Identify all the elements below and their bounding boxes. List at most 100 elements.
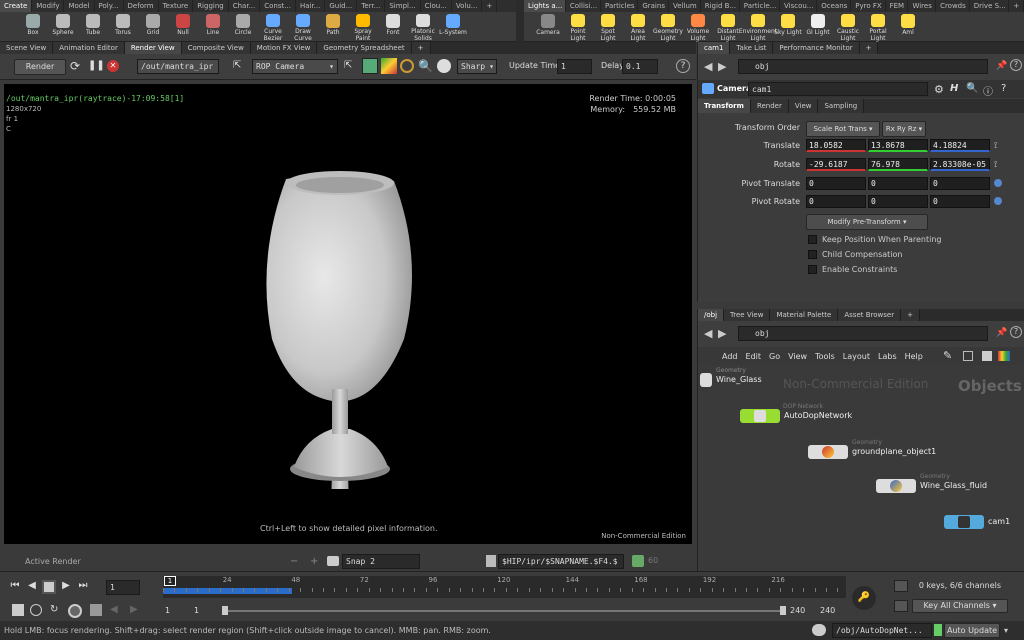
- tool-sphere[interactable]: Sphere: [48, 12, 78, 42]
- menu-help[interactable]: Help: [905, 352, 923, 361]
- pivot-translate-z-field[interactable]: 0: [930, 177, 990, 190]
- tool-sky-light[interactable]: Sky Light: [773, 12, 803, 42]
- layout-icon[interactable]: [982, 351, 992, 361]
- pivot-translate-x-field[interactable]: 0: [806, 177, 866, 190]
- minus-icon[interactable]: −: [290, 556, 298, 567]
- channels-icon[interactable]: [894, 580, 908, 592]
- color-correction-icon[interactable]: [381, 58, 397, 74]
- shelf-tab-particles[interactable]: Particles: [601, 0, 639, 12]
- tool-path[interactable]: Path: [318, 12, 348, 42]
- jump-start-icon[interactable]: ⏮: [8, 580, 22, 594]
- update-time-input[interactable]: 1: [557, 59, 592, 74]
- tool-l-system[interactable]: L-System: [438, 12, 468, 42]
- modify-pretransform-button[interactable]: Modify Pre-Transform ▾: [806, 214, 928, 230]
- shelf-tab-hair[interactable]: Hair...: [296, 0, 326, 12]
- snapshot-camera-icon[interactable]: [327, 556, 339, 566]
- select-arrow-icon[interactable]: ⇱: [233, 60, 245, 72]
- keep-position-checkbox[interactable]: [808, 235, 817, 244]
- snap-path-input[interactable]: $HIP/ipr/$SNAPNAME.$F4.$: [498, 554, 624, 569]
- shelf-tab-grains[interactable]: Grains: [638, 0, 670, 12]
- update-mode-chevron-icon[interactable]: ▾: [1004, 626, 1008, 635]
- pause-icon[interactable]: ❚❚: [88, 60, 105, 72]
- subtab-view[interactable]: View: [788, 99, 819, 113]
- back-arrow-icon[interactable]: ◀: [704, 60, 712, 73]
- current-frame-input[interactable]: 1: [106, 580, 140, 595]
- delay-input[interactable]: 0.1: [622, 59, 658, 74]
- tool-gi-light[interactable]: GI Light: [803, 12, 833, 42]
- stop-icon[interactable]: ✕: [107, 60, 119, 72]
- menu-tools[interactable]: Tools: [815, 352, 835, 361]
- tool-grid[interactable]: Grid: [138, 12, 168, 42]
- update-mode-button[interactable]: Auto Update: [944, 623, 1000, 638]
- tab-obj[interactable]: /obj: [698, 309, 725, 321]
- shelf-tab-model[interactable]: Model: [64, 0, 95, 12]
- shelf-tab-oceans[interactable]: Oceans: [817, 0, 852, 12]
- frame-marker[interactable]: 1: [164, 576, 176, 586]
- tools-wrench-icon[interactable]: ✎: [943, 349, 952, 362]
- tool-platonic-solids[interactable]: Platonic Solids: [408, 12, 438, 42]
- subtab-transform[interactable]: Transform: [698, 99, 751, 113]
- rotate-x-field[interactable]: -29.6187: [806, 158, 866, 171]
- preview-icon[interactable]: [362, 58, 378, 74]
- save-file-icon[interactable]: [486, 555, 496, 567]
- range-handle-start[interactable]: [222, 606, 228, 615]
- range-start2-value[interactable]: 1: [194, 606, 199, 615]
- camera-pick-icon[interactable]: ⇱: [344, 60, 356, 72]
- shelf-tab-collisi[interactable]: Collisi...: [566, 0, 602, 12]
- tool-tube[interactable]: Tube: [78, 12, 108, 42]
- shelf-tab-simpl[interactable]: Simpl...: [385, 0, 421, 12]
- timeline-track[interactable]: 24 48 72 96 120 144 168 192 216 1: [163, 576, 846, 598]
- gear-icon[interactable]: ⚙: [934, 83, 944, 96]
- magnify-icon[interactable]: 🔍: [418, 59, 433, 73]
- shelf-tab-texture[interactable]: Texture: [159, 0, 194, 12]
- range-end-value[interactable]: 240: [790, 606, 805, 615]
- shelf-tab-vellum[interactable]: Vellum: [669, 0, 701, 12]
- tool-spray-paint[interactable]: Spray Paint: [348, 12, 378, 42]
- prev-key-icon[interactable]: ◀: [110, 604, 118, 615]
- tab-composite-view[interactable]: Composite View: [181, 42, 251, 54]
- add-tab-icon[interactable]: +: [859, 42, 879, 54]
- translate-z-field[interactable]: 4.18824: [930, 139, 990, 152]
- pivot-translate-handle-icon[interactable]: [994, 179, 1002, 187]
- subtab-sampling[interactable]: Sampling: [818, 99, 865, 113]
- transform-order-select[interactable]: Scale Rot Trans ▾: [806, 121, 880, 137]
- hda-icon[interactable]: H: [950, 83, 958, 94]
- node-autodopnetwork[interactable]: [740, 409, 780, 423]
- help-icon[interactable]: ?: [1010, 59, 1022, 71]
- focus-icon[interactable]: [400, 59, 414, 73]
- tab-material-palette[interactable]: Material Palette: [770, 309, 839, 321]
- add-tab-icon[interactable]: +: [901, 309, 920, 321]
- menu-view[interactable]: View: [788, 352, 807, 361]
- camera-select[interactable]: ROP Camera ▾: [252, 59, 338, 74]
- shelf-tab-wires[interactable]: Wires: [908, 0, 937, 12]
- node-cam1[interactable]: [944, 515, 984, 529]
- shelf-tab-char[interactable]: Char...: [229, 0, 261, 12]
- tab-scene-view[interactable]: Scene View: [0, 42, 54, 54]
- rotate-y-field[interactable]: 76.978: [868, 158, 928, 171]
- tab-render-view[interactable]: Render View: [124, 42, 182, 54]
- back-arrow-icon[interactable]: ◀: [704, 327, 712, 340]
- sphere-preview-icon[interactable]: [437, 59, 451, 73]
- tool-portal-light[interactable]: Portal Light: [863, 12, 893, 42]
- shelf-tab-lights-a[interactable]: Lights a...: [524, 0, 566, 12]
- enable-constraints-checkbox[interactable]: [808, 265, 817, 274]
- realtime-toggle-icon[interactable]: [12, 604, 24, 616]
- tool-point-light[interactable]: Point Light: [563, 12, 593, 42]
- tool-camera[interactable]: Camera: [533, 12, 563, 42]
- translate-y-field[interactable]: 13.8678: [868, 139, 928, 152]
- shelf-tab-pyro-fx[interactable]: Pyro FX: [851, 0, 886, 12]
- menu-layout[interactable]: Layout: [843, 352, 870, 361]
- loop-icon[interactable]: ↻: [50, 604, 62, 616]
- audio-icon[interactable]: [30, 604, 42, 616]
- pin-icon[interactable]: 📌: [996, 61, 1007, 71]
- shelf-tab-volu[interactable]: Volu...: [452, 0, 483, 12]
- node-wine-glass[interactable]: [700, 373, 712, 387]
- info-icon[interactable]: ⓘ: [983, 83, 993, 98]
- shelf-tab-crowds[interactable]: Crowds: [936, 0, 970, 12]
- tab-tree-view[interactable]: Tree View: [724, 309, 771, 321]
- menu-labs[interactable]: Labs: [878, 352, 897, 361]
- chat-icon[interactable]: [812, 624, 826, 636]
- help-icon[interactable]: ?: [676, 59, 690, 73]
- tool-volume-light[interactable]: Volume Light: [683, 12, 713, 42]
- output-driver-select[interactable]: /out/mantra_ipr: [137, 59, 219, 74]
